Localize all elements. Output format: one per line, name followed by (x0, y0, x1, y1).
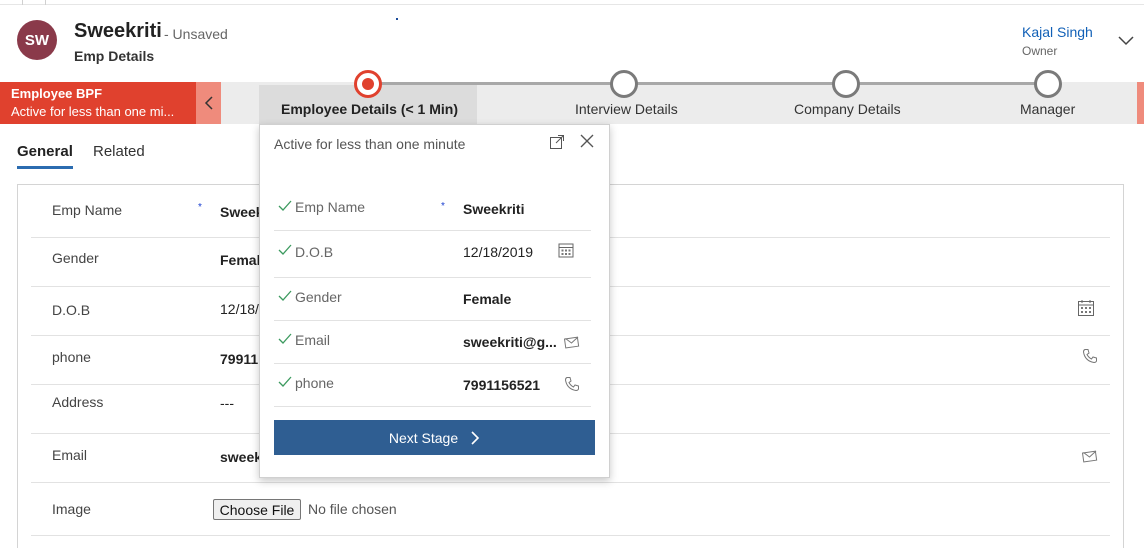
close-icon[interactable] (579, 133, 595, 149)
save-status: - Unsaved (164, 26, 228, 42)
bpf-title: Employee BPF (11, 86, 103, 101)
check-icon (278, 290, 292, 301)
expand-icon[interactable] (549, 134, 565, 150)
stage-node-manager[interactable] (1034, 70, 1062, 98)
tab-general[interactable]: General (17, 143, 73, 160)
stage-node-company-details[interactable] (832, 70, 860, 98)
field-label-emp-name: Emp Name (52, 202, 123, 218)
file-status: No file chosen (308, 501, 397, 517)
active-tab-indicator (17, 166, 73, 169)
stage-flyout: Active for less than one minute Emp Name… (259, 124, 610, 478)
stage-node-employee-details[interactable] (354, 70, 382, 98)
field-label-gender: Gender (52, 250, 99, 266)
field-label-image: Image (52, 501, 91, 517)
field-label-phone: phone (52, 349, 91, 365)
app-root: SW Sweekriti - Unsaved Emp Details Kajal… (0, 0, 1144, 548)
check-icon (278, 200, 292, 211)
divider (45, 0, 46, 5)
stage-node-interview-details[interactable] (610, 70, 638, 98)
email-icon[interactable] (564, 335, 580, 349)
field-label-address: Address (52, 394, 104, 410)
flyout-field-phone[interactable]: 7991156521 (463, 377, 540, 393)
field-dob[interactable]: 12/18/ (220, 301, 259, 317)
email-icon[interactable] (1082, 449, 1098, 463)
divider (274, 230, 591, 231)
stage-connector-line (370, 82, 1048, 85)
top-border (0, 0, 1144, 5)
form-selector[interactable]: Emp Details (74, 48, 154, 64)
divider (274, 277, 591, 278)
divider (31, 535, 1110, 536)
record-title: Sweekriti (74, 20, 162, 42)
field-label-dob: D.O.B (52, 302, 91, 318)
stage-label-manager[interactable]: Manager (1020, 101, 1075, 117)
field-emp-name[interactable]: Sweek (220, 204, 264, 220)
owner-label: Owner (1022, 44, 1058, 58)
flyout-label-dob: D.O.B (295, 244, 334, 260)
flyout-field-gender[interactable]: Female (463, 291, 511, 307)
check-icon (278, 244, 292, 255)
decorative-dot (396, 18, 398, 20)
flyout-field-dob[interactable]: 12/18/2019 (463, 244, 533, 260)
phone-icon[interactable] (1082, 348, 1098, 364)
flyout-field-email[interactable]: sweekriti@g... (463, 334, 557, 350)
check-icon (278, 376, 292, 387)
divider (274, 406, 591, 407)
tab-related[interactable]: Related (93, 143, 145, 160)
field-address[interactable]: --- (220, 395, 234, 411)
phone-icon[interactable] (564, 376, 580, 392)
flyout-label-emp-name: Emp Name (295, 199, 366, 215)
divider (274, 320, 591, 321)
calendar-icon[interactable] (1077, 299, 1095, 317)
flyout-label-gender: Gender (295, 289, 342, 305)
bpf-subtitle: Active for less than one mi... (11, 104, 175, 119)
stage-label-interview-details[interactable]: Interview Details (575, 101, 678, 117)
flyout-label-email: Email (295, 332, 331, 348)
chevron-left-icon (204, 96, 213, 110)
chevron-down-icon[interactable] (1117, 34, 1135, 46)
bpf-collapse-button[interactable] (196, 82, 221, 124)
calendar-icon[interactable] (558, 242, 574, 258)
flyout-field-emp-name[interactable]: Sweekriti (463, 201, 524, 217)
flyout-label-phone: phone (295, 375, 334, 391)
next-stage-label: Next Stage (388, 429, 459, 446)
chevron-right-icon (471, 430, 480, 445)
check-icon (278, 333, 292, 344)
next-stage-button[interactable]: Next Stage (274, 420, 595, 455)
field-label-email: Email (52, 447, 88, 463)
divider (22, 0, 23, 5)
divider (31, 482, 1110, 483)
required-marker: * (441, 201, 445, 212)
owner-link[interactable]: Kajal Singh (1022, 24, 1093, 40)
bpf-next-edge[interactable] (1137, 82, 1144, 124)
avatar: SW (17, 20, 57, 60)
stage-label-employee-details[interactable]: Employee Details (< 1 Min) (281, 101, 458, 117)
field-email[interactable]: sweek (220, 449, 262, 465)
required-marker: * (198, 202, 202, 213)
field-gender[interactable]: Femal (220, 252, 260, 268)
flyout-status: Active for less than one minute (274, 136, 466, 152)
field-phone[interactable]: 79911 (220, 351, 258, 367)
stage-label-company-details[interactable]: Company Details (794, 101, 901, 117)
divider (274, 363, 591, 364)
bpf-name-panel[interactable]: Employee BPF Active for less than one mi… (0, 82, 196, 124)
choose-file-button[interactable]: Choose File (213, 499, 301, 520)
